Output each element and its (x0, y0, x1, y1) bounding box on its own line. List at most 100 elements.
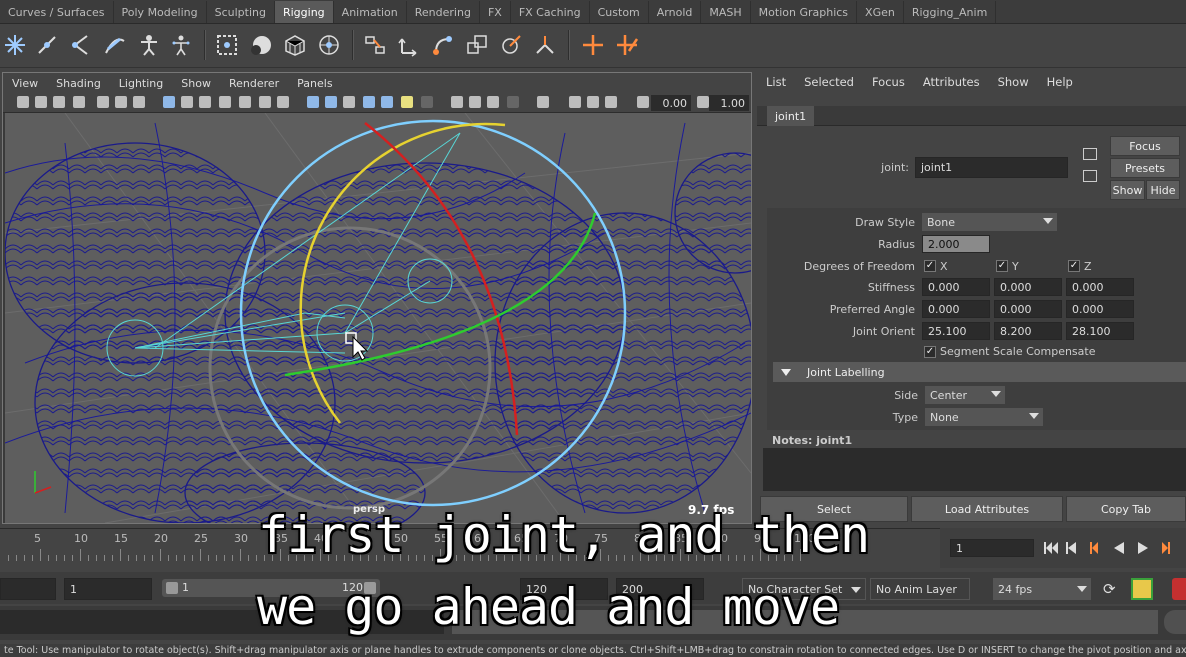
step-forward-key-icon[interactable] (1162, 542, 1170, 554)
shelf-tab-rendering[interactable]: Rendering (407, 1, 480, 23)
joint-orient-x-field[interactable]: 25.100 (922, 322, 990, 340)
gamma-field[interactable]: 1.00 (709, 95, 749, 111)
shelf-tab-rigging-anim[interactable]: Rigging_Anim (904, 1, 997, 23)
grid-toggle-icon[interactable] (133, 96, 145, 108)
ik-spline-icon[interactable] (100, 30, 130, 60)
step-back-icon[interactable] (1066, 542, 1076, 554)
shelf-tab-fx-caching[interactable]: FX Caching (511, 1, 590, 23)
step-back-key-icon[interactable] (1090, 542, 1098, 554)
depth-of-field-icon[interactable] (507, 96, 519, 108)
stiffness-y-field[interactable]: 0.000 (994, 278, 1062, 296)
select-camera-icon[interactable] (17, 96, 29, 108)
2d-pan-zoom-icon[interactable] (115, 96, 127, 108)
viewport-menu-panels[interactable]: Panels (288, 77, 341, 90)
shelf-tab-curves-surfaces[interactable]: Curves / Surfaces (0, 1, 114, 23)
safe-title-icon[interactable] (277, 96, 289, 108)
dof-x-checkbox[interactable]: ✓ (924, 260, 936, 272)
motion-blur-icon[interactable] (469, 96, 481, 108)
attr-menu-list[interactable]: List (757, 75, 795, 89)
viewport-menu-shading[interactable]: Shading (47, 77, 110, 90)
anim-start-field[interactable] (0, 578, 56, 600)
image-plane-icon[interactable] (73, 96, 85, 108)
bookmark-icon[interactable] (53, 96, 65, 108)
ambient-occlusion-icon[interactable] (451, 96, 463, 108)
remove-joint-icon[interactable] (612, 30, 642, 60)
cluster-icon[interactable] (314, 30, 344, 60)
dof-y-checkbox[interactable]: ✓ (996, 260, 1008, 272)
anim-layer-dropdown[interactable]: No Anim Layer (870, 578, 970, 600)
preferred-angle-x-field[interactable]: 0.000 (922, 300, 990, 318)
attr-menu-show[interactable]: Show (989, 75, 1038, 89)
playback-start-field[interactable]: 1 (64, 578, 152, 600)
play-backward-icon[interactable] (1114, 542, 1124, 554)
isolate-select-icon[interactable] (537, 96, 549, 108)
xray-icon[interactable] (363, 96, 375, 108)
paint-weights-icon[interactable] (246, 30, 276, 60)
auto-key-icon[interactable] (1131, 578, 1153, 600)
aim-constraint-icon[interactable] (496, 30, 526, 60)
loop-icon[interactable]: ⟳ (1103, 580, 1116, 598)
focus-button[interactable]: Focus (1110, 136, 1180, 156)
shelf-tab-sculpting[interactable]: Sculpting (207, 1, 275, 23)
shelf-tab-custom[interactable]: Custom (590, 1, 649, 23)
attr-menu-help[interactable]: Help (1038, 75, 1082, 89)
field-chart-icon[interactable] (239, 96, 251, 108)
auto-key-toggle-icon[interactable] (1172, 578, 1186, 600)
joint-labelling-header[interactable]: Joint Labelling (773, 362, 1186, 382)
human-ik-icon[interactable] (166, 30, 196, 60)
xray-joints-icon[interactable] (569, 96, 581, 108)
viewport-menu-renderer[interactable]: Renderer (220, 77, 288, 90)
fps-dropdown[interactable]: 24 fps (993, 578, 1091, 600)
presets-button[interactable]: Presets (1110, 158, 1180, 178)
show-button[interactable]: Show (1110, 180, 1145, 200)
default-material-icon[interactable] (343, 96, 355, 108)
joint-orient-y-field[interactable]: 8.200 (994, 322, 1062, 340)
stiffness-x-field[interactable]: 0.000 (922, 278, 990, 296)
lights-icon[interactable] (401, 96, 413, 108)
parent-constraint-icon[interactable] (360, 30, 390, 60)
viewport-menu-view[interactable]: View (3, 77, 47, 90)
viewport-3d-scene[interactable] (5, 113, 751, 523)
shadows-icon[interactable] (421, 96, 433, 108)
script-editor-icon[interactable] (1164, 610, 1186, 634)
type-dropdown[interactable]: None (925, 408, 1043, 426)
attr-menu-selected[interactable]: Selected (795, 75, 863, 89)
current-frame-field[interactable]: 1 (950, 539, 1034, 557)
exposure-field[interactable]: 0.00 (651, 95, 691, 111)
point-constraint-icon[interactable] (394, 30, 424, 60)
resolution-gate-icon[interactable] (199, 96, 211, 108)
go-to-input-icon[interactable] (1083, 148, 1097, 160)
joint-name-field[interactable]: joint1 (915, 157, 1068, 178)
scale-constraint-icon[interactable] (462, 30, 492, 60)
shelf-tab-animation[interactable]: Animation (334, 1, 407, 23)
grease-pencil-icon[interactable] (97, 96, 109, 108)
pole-vector-icon[interactable] (530, 30, 560, 60)
ik-handle-icon[interactable] (66, 30, 96, 60)
stiffness-z-field[interactable]: 0.000 (1066, 278, 1134, 296)
shelf-tab-xgen[interactable]: XGen (857, 1, 904, 23)
gate-mask-icon[interactable] (219, 96, 231, 108)
exposure-icon[interactable] (637, 96, 649, 108)
tab-joint1[interactable]: joint1 (767, 106, 815, 126)
load-attributes-button[interactable]: Load Attributes (911, 496, 1063, 522)
joint-orient-z-field[interactable]: 28.100 (1066, 322, 1134, 340)
shelf-tab-arnold[interactable]: Arnold (649, 1, 702, 23)
orient-constraint-icon[interactable] (428, 30, 458, 60)
copy-tab-button[interactable]: Copy Tab (1066, 496, 1186, 522)
safe-action-icon[interactable] (259, 96, 271, 108)
bind-skin-icon[interactable] (212, 30, 242, 60)
gamma-icon[interactable] (697, 96, 709, 108)
wireframe-icon[interactable] (307, 96, 319, 108)
camera-attributes-icon[interactable] (35, 96, 47, 108)
skeleton-star-icon[interactable] (0, 30, 30, 60)
xray-active-icon[interactable] (587, 96, 599, 108)
shelf-tab-motion-graphics[interactable]: Motion Graphics (751, 1, 858, 23)
side-dropdown[interactable]: Center (925, 386, 1005, 404)
anti-alias-icon[interactable] (487, 96, 499, 108)
segment-scale-checkbox[interactable]: ✓ (924, 346, 936, 358)
joint-tool-icon[interactable] (32, 30, 62, 60)
hide-button[interactable]: Hide (1146, 180, 1180, 200)
range-start-handle[interactable] (166, 582, 178, 594)
preferred-angle-y-field[interactable]: 0.000 (994, 300, 1062, 318)
viewport-menu-show[interactable]: Show (172, 77, 220, 90)
